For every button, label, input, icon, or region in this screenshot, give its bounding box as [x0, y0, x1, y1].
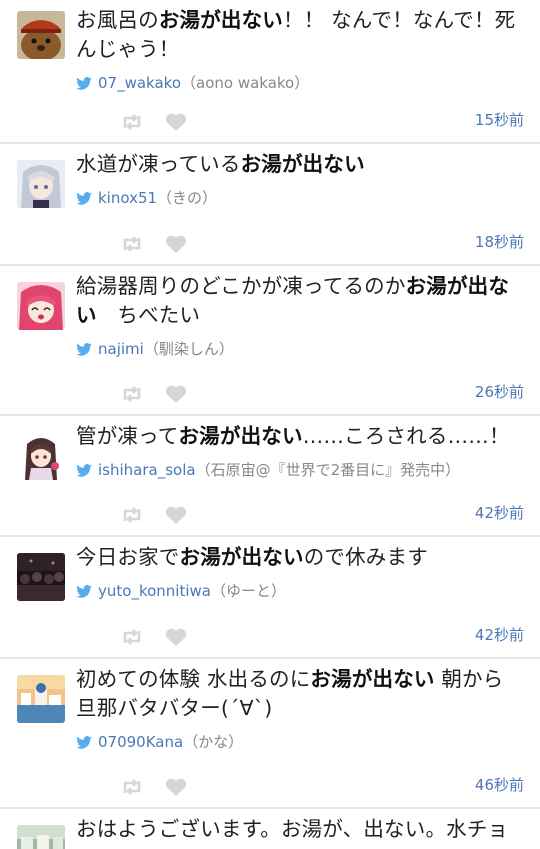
tweet-item[interactable]: 給湯器周りのどこかが凍ってるのかお湯が出ない ちべたい najimi （馴染しん…: [0, 266, 540, 416]
santorini-photo-avatar-icon: [17, 675, 65, 723]
timestamp[interactable]: 42秒前: [475, 624, 524, 645]
tweet-text: 初めての体験 水出るのにお湯が出ない 朝から旦那バタバター(´∀`): [76, 667, 504, 720]
twitter-bird-icon: [76, 584, 92, 598]
retweet-icon[interactable]: [120, 505, 144, 525]
tweet-actions: [120, 384, 208, 404]
username-link[interactable]: 07_wakako: [98, 72, 181, 94]
keyword-highlight: お湯が出ない: [310, 667, 435, 691]
retweet-icon[interactable]: [120, 627, 144, 647]
avatar[interactable]: [17, 675, 65, 723]
keyword-highlight: お湯が出ない: [240, 152, 365, 176]
timestamp[interactable]: 15秒前: [475, 109, 524, 130]
username-link[interactable]: najimi: [98, 338, 144, 360]
retweet-icon[interactable]: [120, 112, 144, 132]
tweet-actions: [120, 234, 208, 254]
avatar[interactable]: [17, 11, 65, 59]
crowd-photo-avatar-icon: [17, 553, 65, 601]
twitter-bird-icon: [76, 735, 92, 749]
keyword-highlight: お湯が出ない: [178, 424, 303, 448]
tweet-item[interactable]: お風呂のお湯が出ない！！ なんで！なんで！死んじゃう！ 07_wakako （a…: [0, 0, 540, 144]
display-name: （かな）: [183, 733, 244, 751]
avatar[interactable]: [17, 432, 65, 480]
like-heart-icon[interactable]: [164, 112, 188, 132]
twitter-bird-icon: [76, 342, 92, 356]
tweet-item[interactable]: 管が凍ってお湯が出ない……ころされる……！ ishihara_sola （石原宙…: [0, 416, 540, 537]
town-photo-avatar-icon: [17, 825, 65, 849]
display-name: （aono wakako）: [181, 74, 310, 92]
tweet-actions: [120, 505, 208, 525]
tweet-text: お風呂のお湯が出ない！！ なんで！なんで！死んじゃう！: [76, 8, 516, 61]
tweet-actions: [120, 112, 208, 132]
tweet-feed: お風呂のお湯が出ない！！ なんで！なんで！死んじゃう！ 07_wakako （a…: [0, 0, 540, 849]
retweet-icon[interactable]: [120, 777, 144, 797]
avatar[interactable]: [17, 553, 65, 601]
tweet-item[interactable]: 今日お家でお湯が出ないので休みます yuto_konnitiwa （ゆーと） 4…: [0, 537, 540, 659]
like-heart-icon[interactable]: [164, 627, 188, 647]
timestamp[interactable]: 18秒前: [475, 231, 524, 252]
tweet-text: 管が凍ってお湯が出ない……ころされる……！: [76, 424, 510, 448]
timestamp[interactable]: 46秒前: [475, 774, 524, 795]
keyword-highlight: お湯が出ない: [158, 8, 284, 32]
retweet-icon[interactable]: [120, 384, 144, 404]
tweet-user: 07_wakako （aono wakako）: [76, 72, 524, 94]
avatar[interactable]: [17, 160, 65, 208]
keyword-highlight: お湯が出ない: [179, 545, 304, 569]
silver-hair-avatar-icon: [17, 160, 65, 208]
pink-hair-avatar-icon: [17, 282, 65, 330]
username-link[interactable]: yuto_konnitiwa: [98, 580, 211, 602]
tweet-item[interactable]: 水道が凍っているお湯が出ない kinox51 （きの） 18秒前: [0, 144, 540, 266]
display-name: （馴染しん）: [143, 340, 234, 358]
anime-girl-avatar-icon: [17, 432, 65, 480]
tweet-user: najimi （馴染しん）: [76, 338, 524, 360]
tweet-user: ishihara_sola （石原宙@『世界で2番目に』発売中）: [76, 459, 524, 481]
tweet-item[interactable]: 初めての体験 水出るのにお湯が出ない 朝から旦那バタバター(´∀`) 07090…: [0, 659, 540, 809]
tweet-text: 水道が凍っているお湯が出ない: [76, 152, 365, 176]
tweet-user: yuto_konnitiwa （ゆーと）: [76, 580, 524, 602]
timestamp[interactable]: 26秒前: [475, 381, 524, 402]
hamster-avatar-icon: [17, 11, 65, 59]
tweet-actions: [120, 777, 208, 797]
username-link[interactable]: kinox51: [98, 187, 157, 209]
username-link[interactable]: 07090Kana: [98, 731, 183, 753]
like-heart-icon[interactable]: [164, 777, 188, 797]
twitter-bird-icon: [76, 463, 92, 477]
tweet-text: 今日お家でお湯が出ないので休みます: [76, 545, 428, 569]
like-heart-icon[interactable]: [164, 234, 188, 254]
like-heart-icon[interactable]: [164, 384, 188, 404]
display-name: （きの）: [157, 189, 218, 207]
timestamp[interactable]: 42秒前: [475, 502, 524, 523]
avatar[interactable]: [17, 825, 65, 849]
twitter-bird-icon: [76, 76, 92, 90]
tweet-text: 給湯器周りのどこかが凍ってるのかお湯が出ない ちべたい: [76, 274, 510, 327]
display-name: （ゆーと）: [210, 582, 286, 600]
twitter-bird-icon: [76, 191, 92, 205]
avatar[interactable]: [17, 282, 65, 330]
tweet-text: おはようございます。お湯が、出ない。水チョ: [76, 817, 509, 841]
tweet-actions: [120, 627, 208, 647]
like-heart-icon[interactable]: [164, 505, 188, 525]
tweet-user: 07090Kana （かな）: [76, 731, 524, 753]
retweet-icon[interactable]: [120, 234, 144, 254]
tweet-item[interactable]: おはようございます。お湯が、出ない。水チョ: [0, 809, 540, 849]
username-link[interactable]: ishihara_sola: [98, 459, 196, 481]
tweet-user: kinox51 （きの）: [76, 187, 524, 209]
display-name: （石原宙@『世界で2番目に』発売中）: [195, 461, 461, 479]
